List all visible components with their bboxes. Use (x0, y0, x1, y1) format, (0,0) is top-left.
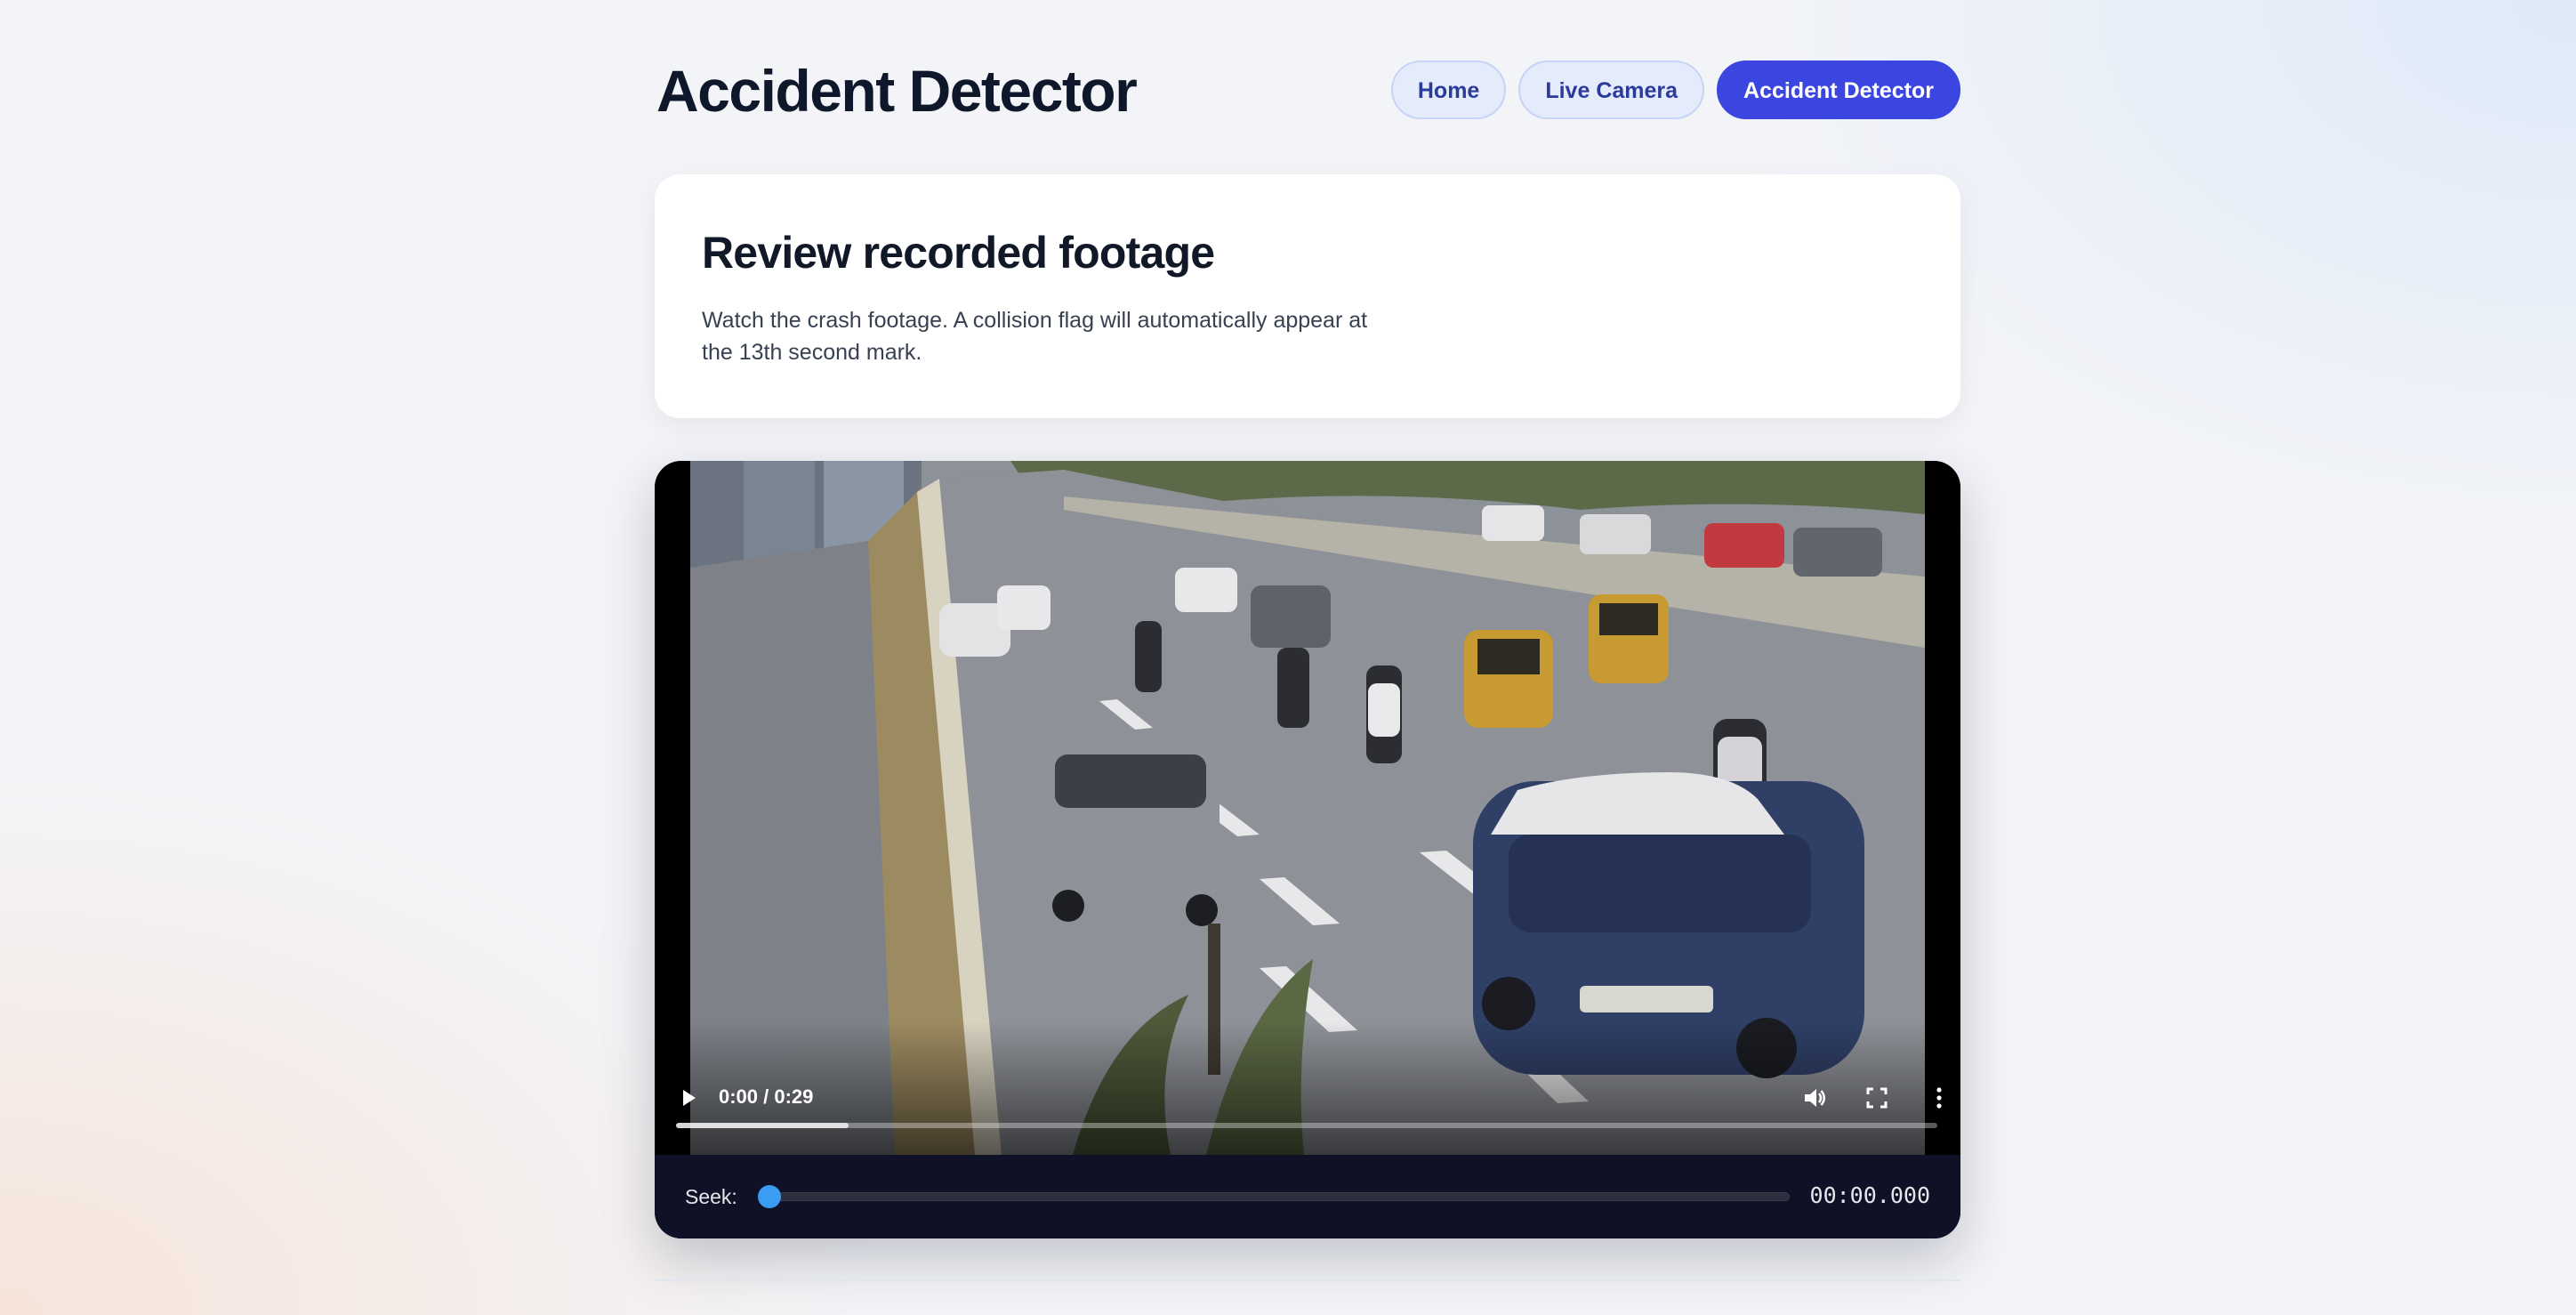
app-title: Accident Detector (656, 58, 1138, 124)
seek-slider-thumb[interactable] (758, 1185, 781, 1208)
nav-accident-detector-button[interactable]: Accident Detector (1717, 61, 1960, 119)
video-element[interactable]: 0:00 / 0:29 (655, 461, 1960, 1155)
section-divider (655, 1279, 1960, 1281)
seek-bar: Seek: 00:00.000 (655, 1155, 1960, 1238)
video-player: 0:00 / 0:29 Seek: 00:00.000 (655, 461, 1960, 1238)
video-progress-bar[interactable] (676, 1123, 1937, 1128)
section-heading: Review recorded footage (702, 228, 1215, 278)
app-header: Accident Detector Home Live Camera Accid… (655, 0, 1960, 174)
video-frame (690, 461, 1925, 1155)
volume-icon[interactable] (1800, 1084, 1829, 1112)
intro-card: Review recorded footage Watch the crash … (655, 174, 1960, 418)
video-time-display: 0:00 / 0:29 (719, 1085, 814, 1108)
play-icon[interactable] (678, 1087, 699, 1109)
page: Accident Detector Home Live Camera Accid… (655, 0, 1960, 1281)
video-buffered-range (676, 1123, 849, 1128)
more-vertical-icon[interactable] (1925, 1084, 1953, 1112)
nav-home-button[interactable]: Home (1390, 61, 1507, 119)
top-nav: Home Live Camera Accident Detector (1390, 61, 1960, 119)
section-description: Watch the crash footage. A collision fla… (702, 308, 1368, 365)
nav-live-camera-button[interactable]: Live Camera (1518, 61, 1705, 119)
seek-slider[interactable] (758, 1185, 1790, 1208)
fullscreen-icon[interactable] (1863, 1084, 1891, 1112)
seek-label: Seek: (685, 1185, 737, 1208)
seek-time-readout: 00:00.000 (1809, 1182, 1930, 1208)
